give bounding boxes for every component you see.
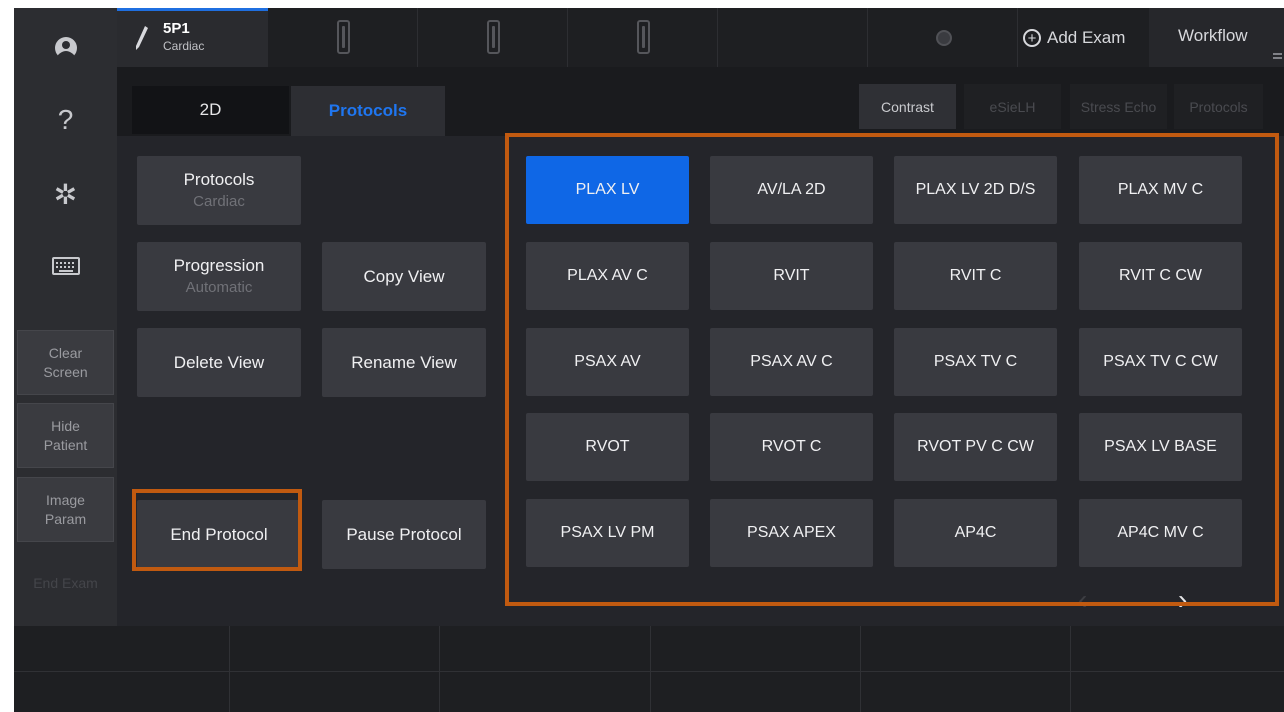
view-button[interactable]: PSAX LV BASE bbox=[1079, 413, 1242, 481]
end-exam-button: End Exam bbox=[17, 551, 114, 616]
bottom-bar bbox=[14, 626, 1284, 712]
workflow-button[interactable]: Workflow bbox=[1149, 8, 1284, 67]
end-protocol-label: End Protocol bbox=[170, 524, 268, 544]
transducer-slot-5 bbox=[718, 8, 868, 67]
image-param-label-line1: Image bbox=[46, 491, 85, 508]
transducer-slot-active[interactable]: 5P1 Cardiac bbox=[117, 8, 268, 67]
add-exam-button[interactable]: + Add Exam bbox=[1023, 26, 1125, 50]
clear-screen-label-line1: Clear bbox=[48, 344, 83, 361]
view-button[interactable]: PLAX MV C bbox=[1079, 156, 1242, 224]
pause-protocol-label: Pause Protocol bbox=[346, 524, 462, 544]
stress-echo-button: Stress Echo bbox=[1070, 84, 1167, 129]
view-button[interactable]: PLAX AV C bbox=[526, 242, 689, 310]
image-param-label-line2: Param bbox=[44, 510, 87, 527]
image-param-button[interactable]: Image Param bbox=[17, 477, 114, 542]
progression-value: Automatic bbox=[185, 278, 253, 296]
chevron-right-icon[interactable]: › bbox=[1178, 584, 1187, 616]
left-sidebar: ? ✲ Clear Screen Hide Patient Image Para… bbox=[14, 8, 117, 626]
transducer-preset: Cardiac bbox=[163, 39, 205, 53]
view-button[interactable]: AP4C MV C bbox=[1079, 499, 1242, 567]
delete-view-label: Delete View bbox=[173, 352, 265, 372]
view-button[interactable]: PLAX LV bbox=[526, 156, 689, 224]
bottom-divider bbox=[229, 626, 230, 712]
view-button[interactable]: AP4C bbox=[894, 499, 1057, 567]
clear-screen-button[interactable]: Clear Screen bbox=[17, 330, 114, 395]
transducer-slot-3[interactable] bbox=[418, 8, 568, 67]
plus-circle-icon: + bbox=[1023, 29, 1041, 47]
view-button[interactable]: PLAX LV 2D D/S bbox=[894, 156, 1057, 224]
view-button[interactable]: RVIT bbox=[710, 242, 873, 310]
keyboard-icon[interactable] bbox=[14, 238, 117, 294]
transducer-name: 5P1 bbox=[163, 20, 190, 37]
view-button[interactable]: AV/LA 2D bbox=[710, 156, 873, 224]
view-button[interactable]: PSAX AV C bbox=[710, 328, 873, 396]
tab-2d[interactable]: 2D bbox=[132, 86, 289, 134]
bottom-divider bbox=[860, 626, 861, 712]
gear-icon[interactable]: ✲ bbox=[14, 166, 117, 222]
end-exam-label: End Exam bbox=[33, 575, 98, 591]
hide-patient-label-line1: Hide bbox=[51, 417, 80, 434]
probe-connector-icon bbox=[337, 20, 350, 54]
copy-view-button[interactable]: Copy View bbox=[322, 242, 486, 311]
help-icon[interactable]: ? bbox=[14, 92, 117, 148]
pause-protocol-button[interactable]: Pause Protocol bbox=[322, 500, 486, 569]
bottom-divider bbox=[439, 626, 440, 712]
probe-pen-icon bbox=[135, 25, 149, 56]
view-button[interactable]: RVIT C CW bbox=[1079, 242, 1242, 310]
esielh-button: eSieLH bbox=[964, 84, 1061, 129]
view-button[interactable]: RVOT bbox=[526, 413, 689, 481]
view-button[interactable]: RVIT C bbox=[894, 242, 1057, 310]
view-button[interactable]: PSAX LV PM bbox=[526, 499, 689, 567]
transducer-slot-6[interactable] bbox=[868, 8, 1018, 67]
progression-label: Progression bbox=[173, 255, 265, 275]
user-icon[interactable] bbox=[14, 20, 117, 76]
hide-patient-label-line2: Patient bbox=[43, 436, 88, 453]
view-button[interactable]: RVOT PV C CW bbox=[894, 413, 1057, 481]
clear-screen-label-line2: Screen bbox=[43, 363, 88, 380]
view-button[interactable]: PSAX TV C bbox=[894, 328, 1057, 396]
copy-view-label: Copy View bbox=[363, 266, 445, 286]
bottom-divider bbox=[650, 626, 651, 712]
protocols-value: Cardiac bbox=[193, 192, 245, 210]
protocols-label: Protocols bbox=[183, 169, 255, 189]
probe-connector-icon bbox=[487, 20, 500, 54]
hide-patient-button[interactable]: Hide Patient bbox=[17, 403, 114, 468]
progression-button[interactable]: Progression Automatic bbox=[137, 242, 301, 311]
view-button[interactable]: PSAX APEX bbox=[710, 499, 873, 567]
protocols-mode-button: Protocols bbox=[1174, 84, 1263, 129]
view-button[interactable]: RVOT C bbox=[710, 413, 873, 481]
end-protocol-button[interactable]: End Protocol bbox=[137, 500, 301, 569]
protocols-select-button[interactable]: Protocols Cardiac bbox=[137, 156, 301, 225]
add-exam-label: Add Exam bbox=[1047, 28, 1126, 47]
pencil-probe-icon bbox=[936, 30, 952, 46]
chevron-left-icon: ‹ bbox=[1078, 584, 1088, 615]
transducer-slot-2[interactable] bbox=[268, 8, 418, 67]
tab-protocols[interactable]: Protocols bbox=[291, 86, 445, 136]
bottom-divider-horizontal bbox=[14, 671, 1284, 672]
view-button[interactable]: PSAX TV C CW bbox=[1079, 328, 1242, 396]
view-button[interactable]: PSAX AV bbox=[526, 328, 689, 396]
workflow-label: Workflow bbox=[1178, 26, 1248, 45]
menu-lines-icon bbox=[1273, 53, 1282, 59]
rename-view-label: Rename View bbox=[351, 352, 457, 372]
delete-view-button[interactable]: Delete View bbox=[137, 328, 301, 397]
transducer-slot-4[interactable] bbox=[568, 8, 718, 67]
transducer-bar: 5P1 Cardiac + Add Exam Workflow bbox=[117, 8, 1284, 67]
ultrasound-screen: ? ✲ Clear Screen Hide Patient Image Para… bbox=[0, 0, 1284, 712]
contrast-button[interactable]: Contrast bbox=[859, 84, 956, 129]
main-area: 5P1 Cardiac + Add Exam Workflow 2D Proto… bbox=[117, 8, 1284, 626]
probe-connector-icon bbox=[637, 20, 650, 54]
rename-view-button[interactable]: Rename View bbox=[322, 328, 486, 397]
protocols-panel: Protocols Cardiac Progression Automatic … bbox=[117, 136, 1284, 626]
bottom-divider bbox=[1070, 626, 1071, 712]
